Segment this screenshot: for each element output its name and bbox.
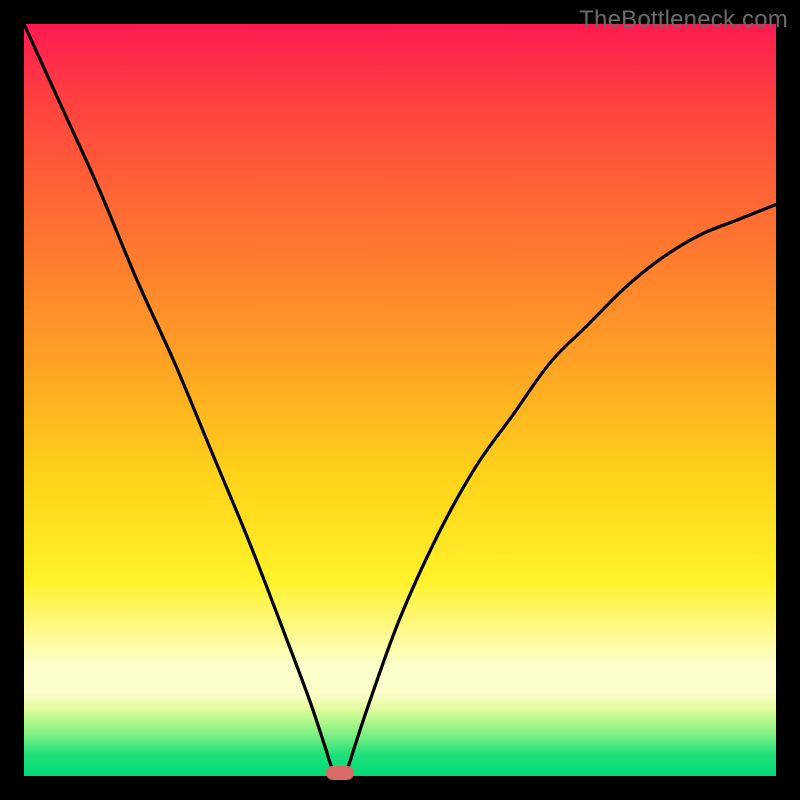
bottleneck-marker [326,766,354,780]
bottleneck-curve [24,24,776,776]
watermark-text: TheBottleneck.com [579,6,788,34]
chart-frame [24,24,776,776]
